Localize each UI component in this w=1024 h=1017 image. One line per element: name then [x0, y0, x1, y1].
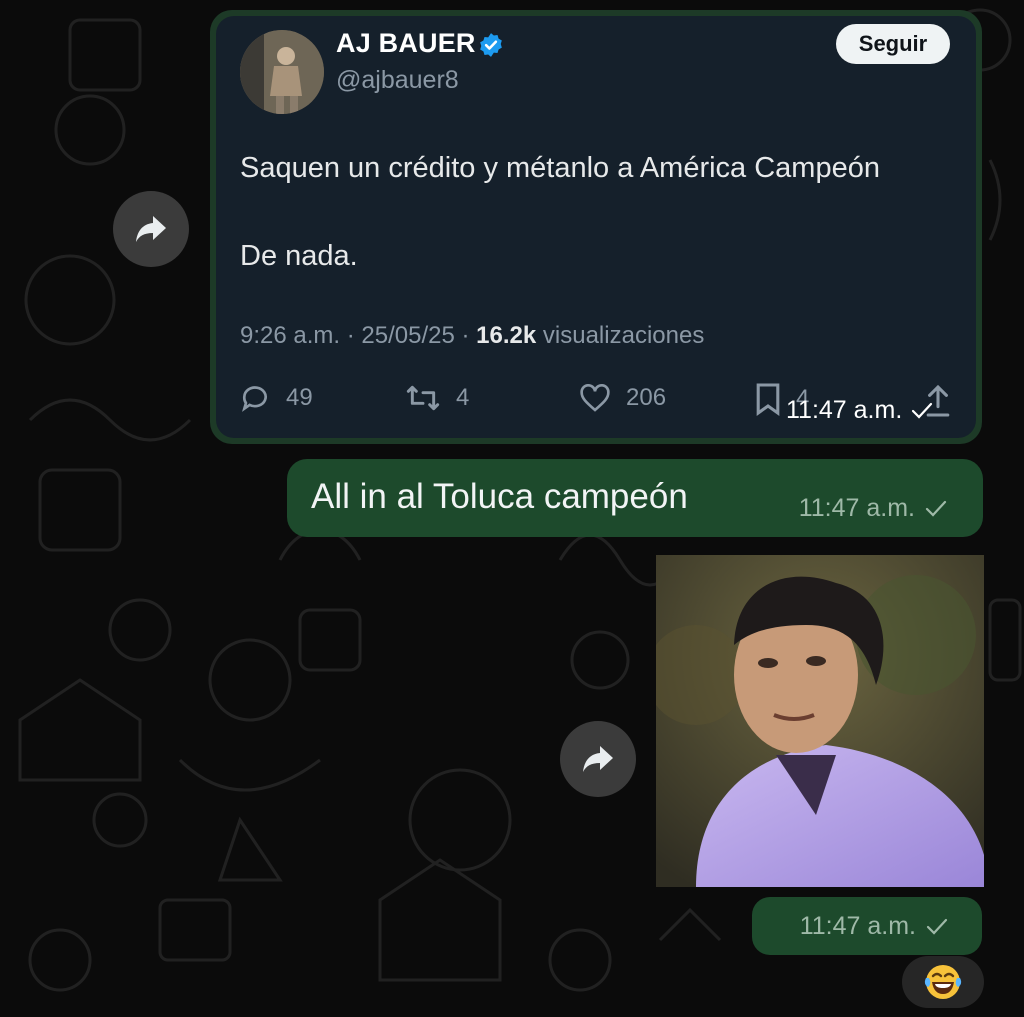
photo-of-man [656, 555, 984, 887]
tweet-date[interactable]: 25/05/25 [361, 322, 454, 349]
author-avatar[interactable] [240, 30, 324, 114]
single-check-icon [926, 918, 948, 935]
image-message-timestamp: 11:47 a.m. [800, 912, 950, 941]
verified-badge-icon [480, 33, 502, 57]
message-reaction[interactable] [902, 956, 984, 1008]
views-count: 16.2k [476, 322, 537, 349]
timestamp-text: 11:47 a.m. [799, 912, 916, 940]
reply-count: 49 [286, 384, 313, 411]
bookmark-icon [756, 383, 780, 416]
forward-button[interactable] [560, 721, 636, 797]
like-action[interactable]: 206 [578, 382, 666, 414]
single-check-icon [912, 402, 933, 419]
image-message[interactable] [656, 555, 984, 887]
author-handle[interactable]: @ajbauer8 [336, 66, 459, 95]
meta-separator: · [346, 322, 362, 349]
retweet-action[interactable]: 4 [404, 382, 469, 414]
message-text: All in al Toluca campeón [311, 477, 688, 516]
outgoing-text-message[interactable]: All in al Toluca campeón 11:47 a.m. [287, 459, 983, 537]
views-label: visualizaciones [542, 322, 705, 349]
forward-button[interactable] [113, 191, 189, 267]
forwarded-tweet-bubble[interactable]: AJ BAUER @ajbauer8 Seguir Saquen un créd… [210, 10, 982, 444]
author-name[interactable]: AJ BAUER [336, 28, 476, 59]
reply-action[interactable]: 49 [238, 382, 313, 414]
reply-icon [242, 386, 267, 412]
heart-icon [580, 384, 610, 412]
timestamp-text: 11:47 a.m. [798, 494, 915, 522]
retweet-icon [406, 385, 440, 411]
meta-separator: · [461, 322, 477, 349]
follow-button[interactable]: Seguir [836, 24, 950, 64]
tweet-text-line-2: De nada. [240, 240, 358, 272]
image-timestamp-bubble: 11:47 a.m. [752, 897, 982, 955]
tweet-card[interactable]: AJ BAUER @ajbauer8 Seguir Saquen un créd… [216, 16, 976, 438]
laughing-tears-emoji-icon [924, 965, 962, 999]
message-timestamp: 11:47 a.m. [799, 494, 949, 523]
tweet-text-line-1: Saquen un crédito y métanlo a América Ca… [240, 152, 880, 184]
retweet-count: 4 [456, 384, 470, 411]
tweet-time[interactable]: 9:26 a.m. [240, 322, 340, 349]
forward-arrow-icon [136, 216, 166, 242]
timestamp-text: 11:47 a.m. [786, 396, 903, 424]
tweet-meta: 9:26 a.m. · 25/05/25 · 16.2k visualizaci… [240, 322, 704, 350]
like-count: 206 [626, 384, 667, 411]
avatar-figure [240, 30, 324, 114]
tweet-message-timestamp: 11:47 a.m. [786, 396, 934, 425]
forward-arrow-icon [583, 746, 613, 772]
single-check-icon [925, 500, 947, 517]
